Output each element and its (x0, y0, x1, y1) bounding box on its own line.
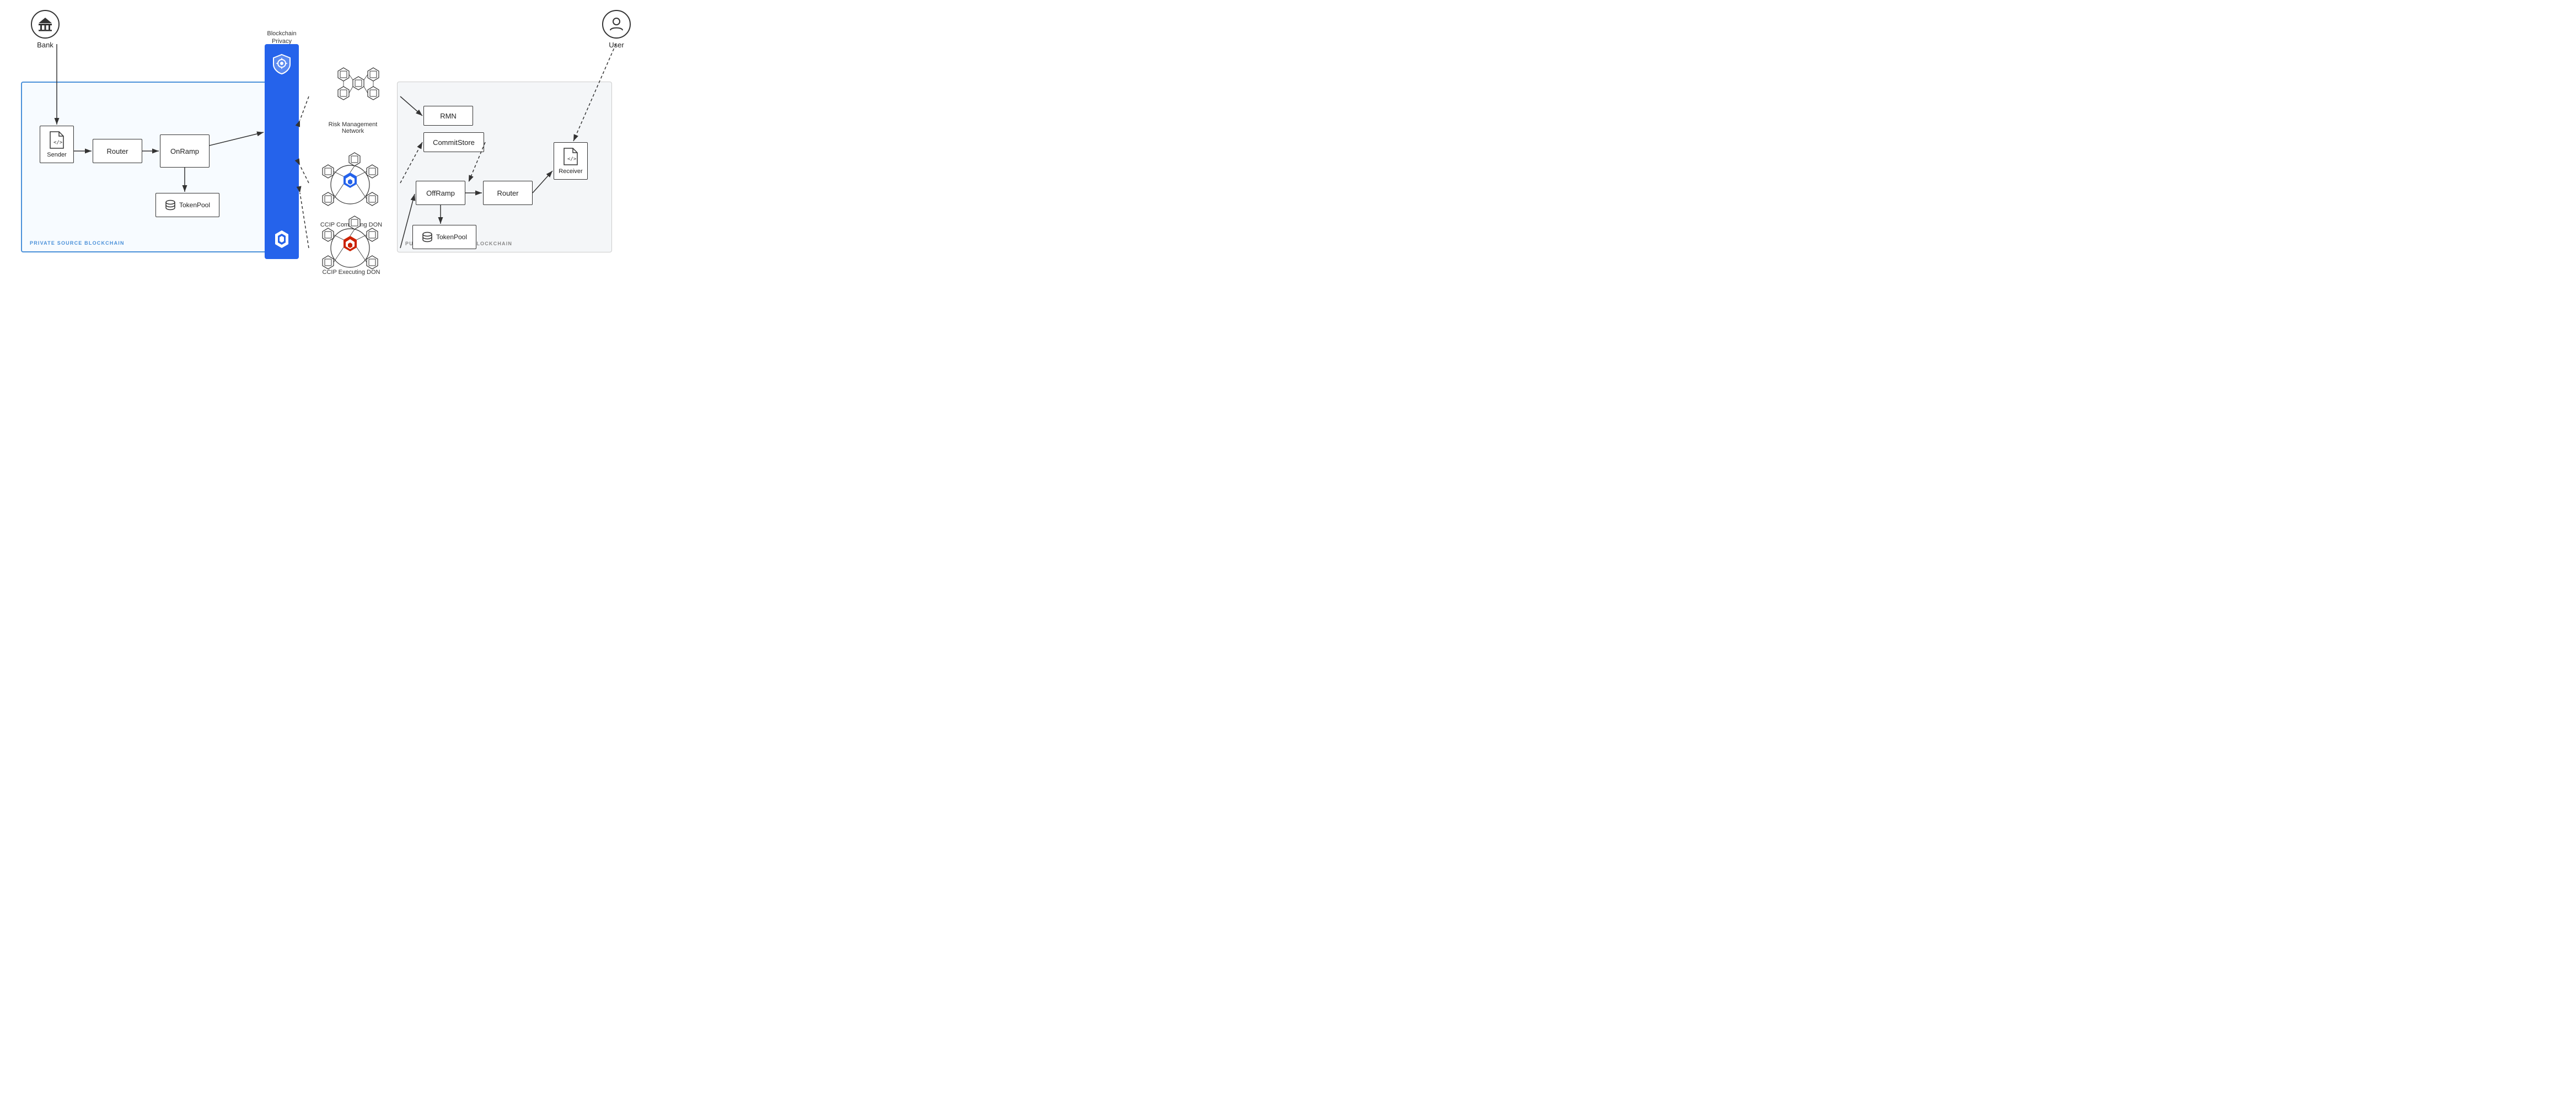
bank-actor: Bank (31, 10, 60, 49)
onramp-label: OnRamp (170, 147, 199, 155)
sender-label: Sender (47, 152, 66, 158)
private-blockchain-region: PRIVATE SOURCE BLOCKCHAIN (21, 82, 269, 252)
tokenpool-dest-label: TokenPool (436, 233, 467, 241)
commitstore-label: CommitStore (433, 138, 475, 147)
ccip-executing-label: CCIP Executing DON (318, 269, 384, 276)
svg-text:</>: </> (567, 157, 577, 162)
diagram-container: Bank User PRIVATE SOURCE BLOCKCHAIN PUBL… (0, 0, 644, 279)
commitstore-box: CommitStore (423, 132, 484, 152)
bank-icon (31, 10, 60, 39)
bpm-bar (265, 44, 299, 259)
ccip-committing-don (306, 149, 394, 220)
router-dest-box: Router (483, 181, 533, 205)
onramp-box: OnRamp (160, 134, 210, 168)
user-label: User (609, 41, 624, 49)
rmn-box: RMN (423, 106, 473, 126)
private-blockchain-label: PRIVATE SOURCE BLOCKCHAIN (30, 240, 125, 246)
risk-management-network (309, 58, 397, 124)
user-icon (602, 10, 631, 39)
router-source-box: Router (93, 139, 142, 163)
svg-text:</>: </> (53, 140, 63, 146)
tokenpool-source-box: TokenPool (155, 193, 219, 217)
router-dest-label: Router (497, 189, 518, 197)
user-actor: User (602, 10, 631, 49)
bank-label: Bank (37, 41, 53, 49)
offramp-box: OffRamp (416, 181, 465, 205)
sender-box: </> Sender (40, 126, 74, 163)
chainlink-icon (272, 229, 292, 249)
tokenpool-source-label: TokenPool (179, 201, 210, 209)
risk-management-label: Risk Management Network (317, 121, 389, 134)
receiver-box: </> Receiver (554, 142, 588, 180)
offramp-label: OffRamp (426, 189, 455, 197)
receiver-label: Receiver (559, 168, 582, 175)
tokenpool-dest-box: TokenPool (412, 225, 476, 249)
rmn-label: RMN (440, 112, 457, 120)
router-source-label: Router (106, 147, 128, 155)
shield-icon (272, 54, 292, 74)
